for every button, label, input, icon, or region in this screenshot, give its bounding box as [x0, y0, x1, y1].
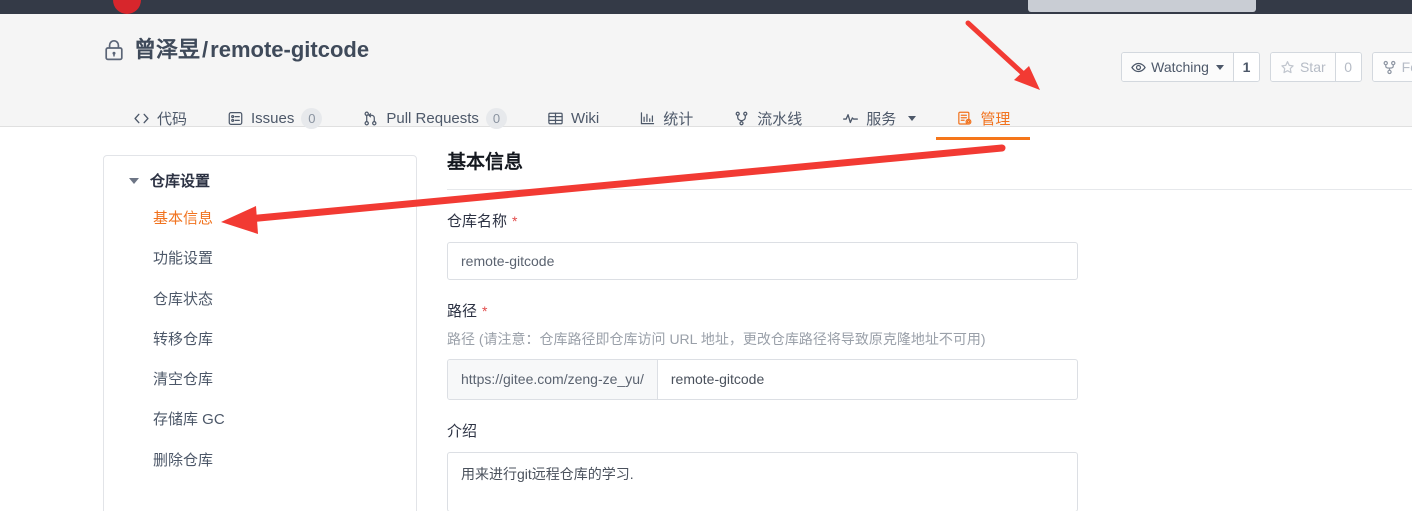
pull-request-icon: [362, 110, 379, 127]
sidebar-item-feature-settings[interactable]: 功能设置: [104, 239, 416, 279]
repo-owner-link[interactable]: 曾泽昱: [134, 37, 200, 62]
fork-button[interactable]: Fo: [1372, 53, 1412, 81]
chevron-down-icon[interactable]: [1215, 64, 1224, 70]
eye-icon: [1131, 60, 1146, 75]
page-root: 曾泽昱/remote-gitcode Watching 1 Star 0 F 代…: [0, 0, 1412, 511]
tab-wiki-label: Wiki: [570, 109, 600, 127]
manage-icon: [956, 110, 973, 127]
repo-name-link[interactable]: remote-gitcode: [210, 37, 369, 62]
path-input-group: https://gitee.com/zeng-ze_yu/ remote-git…: [447, 358, 1078, 400]
tab-wiki[interactable]: Wiki: [527, 96, 619, 140]
watch-button[interactable]: Watching: [1122, 53, 1233, 81]
active-tab-underline: [936, 137, 1031, 140]
sidebar-item-repo-status[interactable]: 仓库状态: [104, 280, 416, 320]
star-count[interactable]: 0: [1334, 53, 1361, 81]
settings-sidebar: 仓库设置 基本信息 功能设置 仓库状态 转移仓库 清空仓库 存储库 GC 删除仓…: [103, 155, 417, 511]
global-navbar: [0, 0, 1412, 14]
tab-services[interactable]: 服务: [822, 96, 936, 140]
path-prefix-label: https://gitee.com/zeng-ze_yu/: [448, 359, 658, 399]
section-divider: [447, 188, 1412, 190]
lock-icon: [103, 38, 125, 62]
star-button[interactable]: Star: [1270, 53, 1335, 81]
code-icon: [133, 110, 150, 127]
chevron-down-icon: [129, 177, 139, 184]
chevron-down-icon[interactable]: [908, 115, 917, 121]
field-path: 路径 * 路径 (请注意：仓库路径即仓库访问 URL 地址，更改仓库路径将导致原…: [447, 300, 1412, 400]
tab-manage[interactable]: 管理: [936, 96, 1031, 140]
tab-statistics-label: 统计: [663, 110, 694, 128]
description-label-row: 介绍: [447, 420, 1412, 441]
path-input[interactable]: remote-gitcode: [658, 360, 1077, 399]
required-marker: *: [512, 212, 518, 229]
sidebar-item-clear-repo[interactable]: 清空仓库: [104, 360, 416, 400]
issues-icon: [227, 110, 244, 127]
sidebar-item-list: 基本信息 功能设置 仓库状态 转移仓库 清空仓库 存储库 GC 删除仓库: [104, 199, 416, 481]
repo-header: 曾泽昱/remote-gitcode Watching 1 Star 0 F 代…: [0, 14, 1412, 140]
breadcrumb: 曾泽昱/remote-gitcode: [103, 38, 369, 62]
path-hint: 路径 (请注意：仓库路径即仓库访问 URL 地址，更改仓库路径将导致原克隆地址不…: [447, 330, 986, 347]
path-label: 路径: [447, 302, 478, 320]
chart-icon: [639, 110, 656, 127]
tab-issues[interactable]: Issues 0: [207, 96, 342, 140]
repo-name-input[interactable]: remote-gitcode: [447, 241, 1078, 280]
fork-icon: [1382, 60, 1397, 75]
fork-button-group: Fo: [1371, 52, 1412, 82]
star-icon: [1280, 60, 1295, 75]
sidebar-group-label: 仓库设置: [150, 173, 211, 190]
section-title: 基本信息: [447, 152, 524, 173]
tab-pull-requests-label: Pull Requests: [386, 109, 479, 127]
sidebar-item-delete-repo[interactable]: 删除仓库: [104, 441, 416, 481]
tab-code[interactable]: 代码: [113, 96, 207, 140]
tab-statistics[interactable]: 统计: [619, 96, 713, 140]
tab-pull-requests[interactable]: Pull Requests 0: [342, 96, 527, 140]
pull-requests-count-badge: 0: [485, 107, 507, 129]
global-search-input[interactable]: [1028, 0, 1256, 12]
watch-count[interactable]: 1: [1232, 53, 1259, 81]
tab-code-label: 代码: [157, 110, 188, 128]
sidebar-item-transfer-repo[interactable]: 转移仓库: [104, 320, 416, 360]
tab-pipeline-label: 流水线: [757, 110, 803, 128]
star-label: Star: [1299, 59, 1326, 75]
star-button-group: Star 0: [1269, 52, 1362, 82]
repo-actions: Watching 1 Star 0 F: [1121, 52, 1412, 82]
gitee-logo-icon[interactable]: [113, 0, 141, 14]
page-title: 曾泽昱/remote-gitcode: [134, 39, 369, 61]
path-label-row: 路径 *: [447, 300, 1412, 321]
wiki-icon: [547, 110, 564, 127]
fork-label: Fo: [1401, 59, 1412, 75]
settings-main-panel: 基本信息 仓库名称 * remote-gitcode 路径 * 路径 (请注意：…: [447, 152, 1412, 511]
field-description: 介绍 用来进行git远程仓库的学习.: [447, 420, 1412, 511]
breadcrumb-separator: /: [202, 37, 209, 62]
tab-manage-label: 管理: [980, 110, 1011, 128]
repo-name-label: 仓库名称: [447, 212, 508, 230]
tab-issues-label: Issues: [251, 109, 295, 127]
repo-nav-tabs: 代码 Issues 0 Pull Requests 0 Wiki 统计 流水线 …: [0, 96, 1412, 141]
sidebar-item-basic-info[interactable]: 基本信息: [104, 199, 416, 239]
watch-label: Watching: [1151, 59, 1209, 75]
description-label: 介绍: [447, 422, 478, 440]
required-marker: *: [482, 302, 488, 319]
tab-services-label: 服务: [866, 110, 897, 128]
sidebar-group-repo-settings[interactable]: 仓库设置: [104, 156, 416, 191]
repo-name-label-row: 仓库名称 *: [447, 210, 1412, 231]
watch-button-group: Watching 1: [1121, 52, 1260, 82]
pipeline-icon: [733, 110, 750, 127]
tab-pipeline[interactable]: 流水线: [713, 96, 822, 140]
sidebar-item-storage-gc[interactable]: 存储库 GC: [104, 400, 416, 440]
description-textarea[interactable]: 用来进行git远程仓库的学习.: [447, 451, 1078, 511]
issues-count-badge: 0: [301, 107, 323, 129]
field-repo-name: 仓库名称 * remote-gitcode: [447, 210, 1412, 280]
service-icon: [842, 110, 859, 127]
